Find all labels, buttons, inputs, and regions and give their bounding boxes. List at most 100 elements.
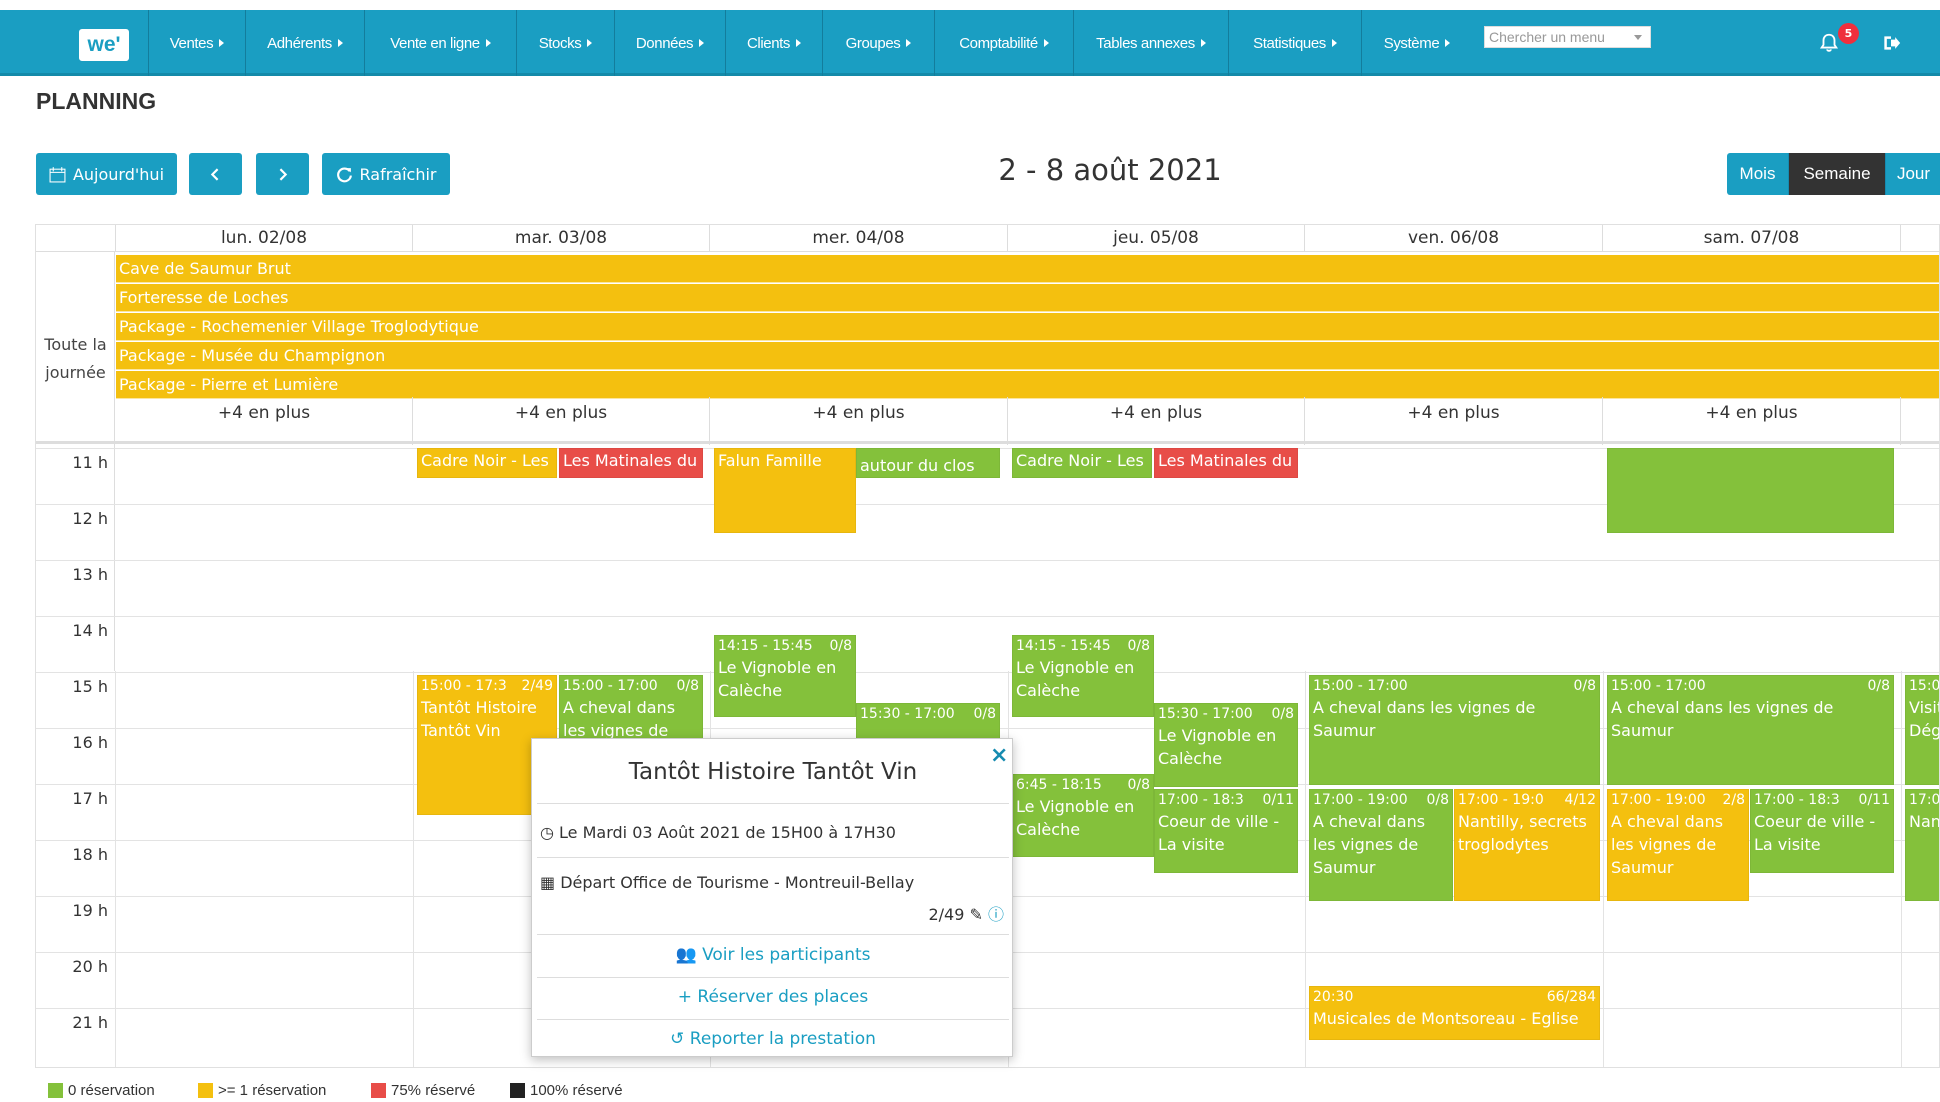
edit-pencil-icon[interactable]: ✎ bbox=[969, 905, 982, 924]
plus-icon: + bbox=[677, 987, 698, 1007]
next-week-button[interactable] bbox=[256, 153, 309, 195]
event-card[interactable]: Cadre Noir - Les bbox=[417, 448, 557, 478]
nav-ventes[interactable]: Ventes bbox=[148, 10, 245, 76]
day-header[interactable]: jeu. 05/08 bbox=[1008, 225, 1305, 252]
event-title: Tantôt Histoire Tantôt Vin bbox=[421, 698, 537, 740]
event-card[interactable]: 17:00 - 19:00 0/8 A cheval dans les vignes… bbox=[1309, 789, 1453, 901]
event-title: Le Vignoble en Calèche bbox=[718, 658, 837, 700]
event-card[interactable]: 15:00 - 17:00 0/8 A cheval dans les vignes… bbox=[1309, 675, 1600, 785]
event-title: Cadre Noir - Les bbox=[421, 451, 549, 470]
event-time: 17:00 - 19:0 bbox=[1458, 792, 1544, 808]
all-day-event[interactable]: Cave de Saumur Brut bbox=[116, 255, 1939, 283]
refresh-button[interactable]: Rafraîchir bbox=[322, 153, 450, 195]
day-header[interactable]: ven. 06/08 bbox=[1305, 225, 1603, 252]
event-card[interactable]: autour du clos bbox=[856, 448, 1000, 478]
event-card[interactable]: Les Matinales du bbox=[1154, 448, 1298, 478]
nav-systeme[interactable]: Système bbox=[1361, 10, 1472, 76]
history-icon: ↺ bbox=[670, 1029, 690, 1049]
logout-icon[interactable] bbox=[1880, 33, 1902, 53]
previous-week-button[interactable] bbox=[189, 153, 242, 195]
more-events-link[interactable]: +4 en plus bbox=[1305, 397, 1603, 445]
view-day-button[interactable]: Jour bbox=[1886, 153, 1940, 195]
event-card[interactable]: Cadre Noir - Les bbox=[1012, 448, 1152, 478]
event-card[interactable]: 17:00 - 19:0 4/12 Nantilly, secrets troglo… bbox=[1454, 789, 1600, 901]
page-title: PLANNING bbox=[36, 88, 157, 114]
day-header[interactable] bbox=[1901, 225, 1939, 252]
nav-clients[interactable]: Clients bbox=[725, 10, 822, 76]
event-count: 2/49 bbox=[521, 678, 553, 694]
view-week-button[interactable]: Semaine bbox=[1789, 153, 1886, 195]
event-card[interactable]: 17:00 - 19:00 2/8 A cheval dans les vignes… bbox=[1607, 789, 1749, 901]
close-icon[interactable]: × bbox=[990, 743, 1008, 768]
more-events-link[interactable]: +4 en plus bbox=[413, 397, 710, 445]
calendar-icon: ▦ bbox=[540, 873, 561, 892]
legend-item: >= 1 réservation bbox=[198, 1082, 326, 1099]
event-card[interactable]: 15:30 - 17:00 0/8 bbox=[856, 703, 1000, 743]
event-card[interactable]: 14:15 - 15:45 0/8 Le Vignoble en Calèche bbox=[714, 635, 856, 717]
event-title: Cadre Noir - Les bbox=[1016, 451, 1144, 470]
event-title: Le Vignoble en Calèche bbox=[1016, 658, 1135, 700]
more-events-link[interactable]: +4 en plus bbox=[710, 397, 1008, 445]
day-header[interactable]: sam. 07/08 bbox=[1603, 225, 1901, 252]
event-card[interactable]: 15:30 - 17:00 0/8 Le Vignoble en Calèche bbox=[1154, 703, 1298, 787]
event-count: 0/11 bbox=[1858, 792, 1890, 808]
chevron-left-icon bbox=[210, 167, 219, 181]
event-card[interactable]: 6:45 - 18:15 0/8 Le Vignoble en Calèche bbox=[1012, 774, 1154, 857]
day-header[interactable]: mar. 03/08 bbox=[413, 225, 710, 252]
nav-statistiques[interactable]: Statistiques bbox=[1228, 10, 1361, 76]
today-button[interactable]: Aujourd'hui bbox=[36, 153, 177, 195]
event-card[interactable]: 15:00 - 17:00 0/8 A cheval dans les vignes… bbox=[1607, 675, 1894, 785]
all-day-label: Toute la journée bbox=[44, 335, 107, 382]
postpone-service-link[interactable]: ↺ Reporter la prestation bbox=[532, 1029, 1014, 1049]
event-card[interactable]: 14:15 - 15:45 0/8 Le Vignoble en Calèche bbox=[1012, 635, 1154, 717]
notification-bell-icon[interactable] bbox=[1818, 31, 1840, 55]
event-title: Visit Dégu bbox=[1909, 698, 1940, 740]
more-events-link[interactable]: +4 en plus bbox=[1008, 397, 1305, 445]
event-card[interactable]: 20:30 66/284 Musicales de Montsoreau - Egl… bbox=[1309, 986, 1600, 1040]
nav-vente-en-ligne[interactable]: Vente en ligne bbox=[364, 10, 516, 76]
view-participants-link[interactable]: 👥 Voir les participants bbox=[532, 945, 1014, 965]
hour-label: 16 h bbox=[72, 733, 108, 752]
nav-comptabilite[interactable]: Comptabilité bbox=[934, 10, 1073, 76]
event-title: Musicales de Montsoreau - Eglise bbox=[1313, 1009, 1579, 1028]
event-title: Coeur de ville - La visite bbox=[1158, 812, 1280, 854]
event-time: 15:00 bbox=[1909, 678, 1940, 694]
event-card[interactable]: 17:00 - 18:3 0/11 Coeur de ville - La visi… bbox=[1750, 789, 1894, 873]
event-card[interactable]: 15:00 - 17:00 0/8 A cheval dans les vignes… bbox=[559, 675, 703, 745]
event-title: Nant bbox=[1909, 812, 1940, 831]
event-title: A cheval dans les vignes de bbox=[563, 698, 676, 740]
app-logo[interactable]: we' bbox=[79, 29, 129, 61]
day-header[interactable]: mer. 04/08 bbox=[710, 225, 1008, 252]
nav-groupes[interactable]: Groupes bbox=[822, 10, 934, 76]
all-day-event[interactable]: Package - Musée du Champignon bbox=[116, 342, 1939, 370]
event-time: 15:30 - 17:00 bbox=[860, 706, 955, 722]
event-card[interactable]: 17:00 - 18:3 0/11 Coeur de ville - La visi… bbox=[1154, 789, 1298, 873]
event-card[interactable]: Les Matinales du bbox=[559, 448, 703, 478]
calendar-corner bbox=[36, 225, 116, 252]
popover-capacity: 2/49 ✎ ⓘ bbox=[928, 905, 1004, 924]
nav-adherents[interactable]: Adhérents bbox=[245, 10, 364, 76]
all-day-event[interactable]: Package - Rochemenier Village Troglodyti… bbox=[116, 313, 1939, 341]
hour-label: 11 h bbox=[72, 453, 108, 472]
event-card[interactable] bbox=[1607, 448, 1894, 533]
more-events-link[interactable]: +4 en plus bbox=[1603, 397, 1901, 445]
nav-donnees[interactable]: Données bbox=[614, 10, 725, 76]
all-day-event[interactable]: Forteresse de Loches bbox=[116, 284, 1939, 312]
event-card[interactable]: Falun Famille bbox=[714, 448, 856, 533]
day-header[interactable]: lun. 02/08 bbox=[116, 225, 413, 252]
event-title: A cheval dans les vignes de Saumur bbox=[1313, 812, 1426, 877]
menu-search-input[interactable]: Chercher un menu bbox=[1484, 26, 1651, 48]
info-icon[interactable]: ⓘ bbox=[988, 905, 1004, 924]
event-card[interactable]: 17:00 Nant bbox=[1905, 789, 1940, 901]
nav-stocks[interactable]: Stocks bbox=[516, 10, 614, 76]
nav-tables-annexes[interactable]: Tables annexes bbox=[1073, 10, 1228, 76]
more-events-link[interactable]: +4 en plus bbox=[116, 397, 413, 445]
all-day-event[interactable]: Package - Pierre et Lumière bbox=[116, 371, 1939, 399]
view-month-button[interactable]: Mois bbox=[1727, 153, 1789, 195]
reserve-places-link[interactable]: + Réserver des places bbox=[532, 987, 1014, 1007]
event-count: 0/8 bbox=[1127, 777, 1150, 793]
event-card[interactable]: 15:00 Visit Dégu bbox=[1905, 675, 1940, 785]
legend-item: 0 réservation bbox=[48, 1082, 155, 1099]
event-time: 17:00 - 19:00 bbox=[1611, 792, 1706, 808]
hour-label: 17 h bbox=[72, 789, 108, 808]
